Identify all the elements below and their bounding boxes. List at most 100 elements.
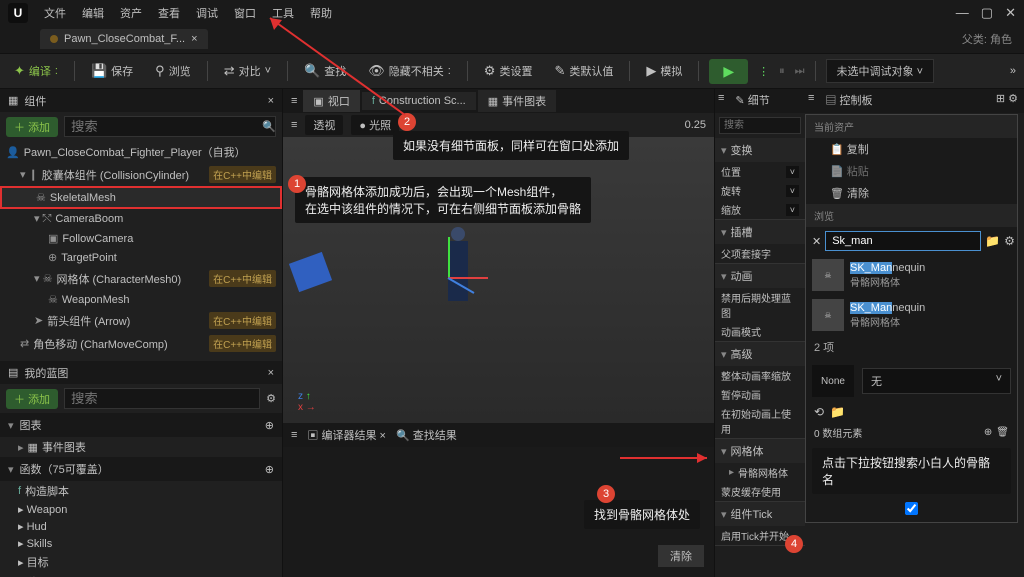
menu-window[interactable]: 窗口 (234, 5, 256, 21)
details-tab[interactable]: ✎ 细节 (727, 89, 777, 113)
scale-prop[interactable]: 缩放˅ (715, 200, 805, 219)
browse-button[interactable]: ⚲浏览 (149, 60, 197, 82)
class-settings-button[interactable]: ⚙类设置 (478, 60, 539, 82)
menu-asset[interactable]: 资产 (120, 5, 142, 21)
tick-checkbox[interactable] (905, 502, 918, 515)
component-row[interactable]: ☠SkeletalMesh (0, 186, 282, 209)
clear-search-icon[interactable]: ✕ (812, 235, 821, 248)
tab-close-icon[interactable]: × (191, 33, 197, 45)
component-row[interactable]: ▣FollowCamera (0, 229, 282, 248)
minimize-icon[interactable]: — (956, 5, 969, 21)
component-row[interactable]: ➤箭头组件 (Arrow)在C++中编辑 (0, 309, 282, 332)
asset-item[interactable]: ☠SK_Mannequin骨骼网格体 (806, 295, 1017, 335)
asset-search-input[interactable] (825, 231, 981, 251)
component-row[interactable]: ☠WeaponMesh (0, 290, 282, 309)
pause-icon[interactable]: ⏸ (779, 65, 785, 78)
save-button[interactable]: 💾保存 (85, 60, 139, 82)
menu-file[interactable]: 文件 (44, 5, 66, 21)
ctx-copy[interactable]: 📋 复制 (806, 138, 1017, 160)
debug-object-dropdown[interactable]: 未选中调试对象 ˅ (826, 59, 934, 83)
init-anim-prop[interactable]: 在初始动画上使用 (715, 404, 805, 438)
ctx-clear[interactable]: 🗑 清除 (806, 182, 1017, 204)
eventgraph-tab[interactable]: ▦ 事件图表 (478, 90, 556, 112)
simulate-button[interactable]: ▶模拟 (640, 60, 688, 82)
tab-menu-icon[interactable]: ≡ (287, 95, 301, 107)
position-prop[interactable]: 位置˅ (715, 162, 805, 181)
blueprint-search-input[interactable] (64, 388, 260, 409)
tree-root-self[interactable]: 👤 Pawn_CloseCombat_Fighter_Player（自我） (0, 141, 282, 163)
gear-icon[interactable]: ⚙ (1004, 234, 1015, 248)
mesh-section[interactable]: ▾网格体 (715, 439, 805, 463)
construction-tab[interactable]: f Construction Sc... (362, 92, 476, 110)
menu-help[interactable]: 帮助 (310, 5, 332, 21)
folder-icon[interactable]: 📁 (985, 234, 1000, 248)
transform-section[interactable]: ▾变换 (715, 138, 805, 162)
panel-close-icon[interactable]: × (268, 367, 274, 379)
functions-section[interactable]: ▾ 函数（75可覆盖） ⊕ (0, 457, 282, 481)
compile-button[interactable]: ✦编译 : (8, 60, 64, 82)
add-element-icon[interactable]: ⊕ (984, 427, 992, 438)
event-graph-item[interactable]: ▸▦ 事件图表 (0, 437, 282, 457)
asset-item[interactable]: ☠SK_Mannequin骨骼网格体 (806, 255, 1017, 295)
menu-debug[interactable]: 调试 (196, 5, 218, 21)
function-item[interactable]: ▸ Hud (0, 518, 282, 535)
find-results-tab[interactable]: 🔍 查找结果 (396, 427, 457, 443)
tab-menu-icon[interactable]: ≡ (715, 89, 727, 113)
function-item[interactable]: f 构造脚本 (0, 481, 282, 501)
menu-view[interactable]: 查看 (158, 5, 180, 21)
gear-icon[interactable]: ⚙ (266, 392, 276, 405)
add-component-button[interactable]: ＋ 添加 (6, 117, 58, 137)
delete-element-icon[interactable]: 🗑 (996, 427, 1009, 438)
asset-tab[interactable]: Pawn_CloseCombat_F... × (40, 29, 208, 49)
details-search-input[interactable] (719, 117, 801, 134)
global-scale-prop[interactable]: 整体动画率缩放 (715, 366, 805, 385)
palette-tab[interactable]: ▤ 控制板 (817, 89, 880, 113)
maximize-icon[interactable]: ▢ (981, 5, 993, 21)
add-blueprint-button[interactable]: ＋ 添加 (6, 389, 58, 409)
component-row[interactable]: ▾ ⤲CameraBoom (0, 209, 282, 229)
viewport-3d[interactable]: 如果没有细节面板，同样可在窗口处添加 骨骼网格体添加成功后，会出现一个Mesh组… (283, 137, 714, 423)
disable-pp-prop[interactable]: 禁用后期处理蓝图 (715, 288, 805, 322)
browse-to-icon[interactable]: 📁 (830, 405, 845, 419)
component-row[interactable]: ⇄角色移动 (CharMoveComp)在C++中编辑 (0, 332, 282, 355)
function-item[interactable]: ▸ 目标 (0, 552, 282, 572)
tick-section[interactable]: ▾组件Tick (715, 502, 805, 526)
function-item[interactable]: ▸ 移动 (0, 572, 282, 577)
ctx-paste[interactable]: 📄 粘贴 (806, 160, 1017, 182)
play-dropdown-icon[interactable]: ⋮ (758, 65, 769, 78)
play-button[interactable]: ▶ (709, 59, 748, 84)
results-tab[interactable]: ▣ 编译器结果 × (307, 427, 386, 443)
lit-button[interactable]: ● 光照 (351, 115, 399, 135)
panel-close-icon[interactable]: × (268, 95, 274, 107)
anim-mode-prop[interactable]: 动画模式 (715, 322, 805, 341)
skel-mesh-prop[interactable]: ▸骨骼网格体 (715, 463, 805, 482)
add-icon[interactable]: ⊕ (265, 463, 274, 476)
toolbar-chevron-icon[interactable]: » (1010, 65, 1016, 77)
advanced-section[interactable]: ▾高级 (715, 342, 805, 366)
viewport-tab[interactable]: ▣ 视口 (303, 90, 359, 112)
parent-socket-prop[interactable]: 父项套接字 (715, 244, 805, 263)
sockets-section[interactable]: ▾插槽 (715, 220, 805, 244)
clear-button[interactable]: 清除 (658, 545, 704, 567)
mesh-dropdown[interactable]: 无˅ (862, 368, 1011, 394)
step-icon[interactable]: ⏭ (795, 65, 805, 78)
find-button[interactable]: 🔍查找 (298, 60, 352, 82)
graphs-section[interactable]: ▾ 图表 ⊕ (0, 413, 282, 437)
perspective-button[interactable]: 透视 (305, 115, 343, 135)
function-item[interactable]: ▸ Skills (0, 535, 282, 552)
pause-anim-prop[interactable]: 暂停动画 (715, 385, 805, 404)
component-search-input[interactable] (64, 116, 276, 137)
skin-cache-prop[interactable]: 蒙皮缓存使用 (715, 482, 805, 501)
function-item[interactable]: ▸ Weapon (0, 501, 282, 518)
grid-settings-icon[interactable]: ⊞ ⚙ (990, 89, 1024, 113)
anim-section[interactable]: ▾动画 (715, 264, 805, 288)
hide-unrelated-button[interactable]: 👁隐藏不相关 : (362, 60, 457, 82)
diff-button[interactable]: ⇄对比 ˅ (218, 60, 277, 82)
viewport-menu-icon[interactable]: ≡ (291, 119, 297, 131)
component-row[interactable]: ▾ ☠网格体 (CharacterMesh0)在C++中编辑 (0, 267, 282, 290)
add-icon[interactable]: ⊕ (265, 419, 274, 432)
camera-speed[interactable]: 0.25 (685, 119, 706, 131)
tab-menu-icon[interactable]: ≡ (805, 89, 817, 113)
menu-tools[interactable]: 工具 (272, 5, 294, 21)
component-row[interactable]: ▾ ❙胶囊体组件 (CollisionCylinder)在C++中编辑 (0, 163, 282, 186)
